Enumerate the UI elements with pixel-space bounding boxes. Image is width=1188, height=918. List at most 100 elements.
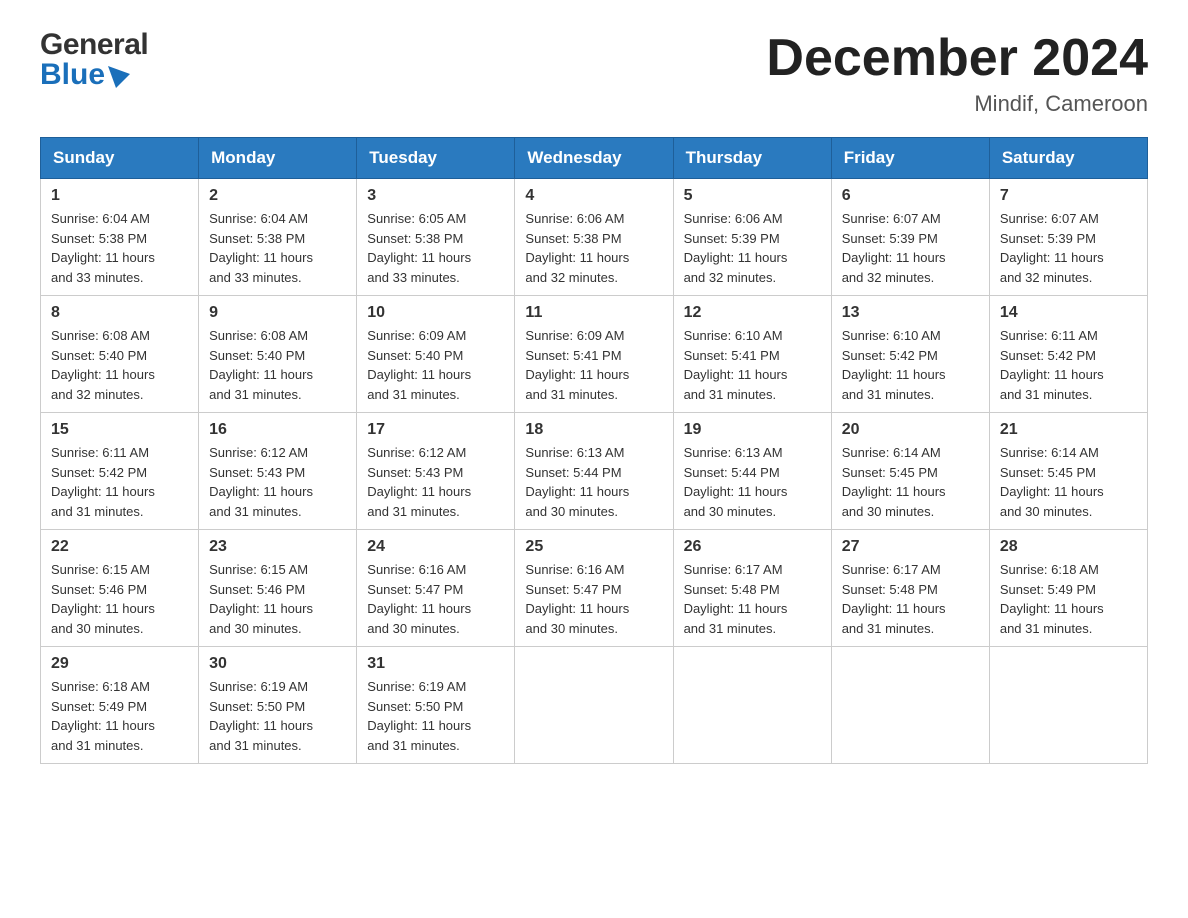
empty-cell xyxy=(673,647,831,764)
calendar-day-28: 28Sunrise: 6:18 AMSunset: 5:49 PMDayligh… xyxy=(989,530,1147,647)
calendar-day-18: 18Sunrise: 6:13 AMSunset: 5:44 PMDayligh… xyxy=(515,413,673,530)
day-info: Sunrise: 6:17 AMSunset: 5:48 PMDaylight:… xyxy=(842,560,979,638)
day-number: 10 xyxy=(367,304,504,322)
day-number: 21 xyxy=(1000,421,1137,439)
day-info: Sunrise: 6:17 AMSunset: 5:48 PMDaylight:… xyxy=(684,560,821,638)
calendar-day-16: 16 Sunrise: 6:12 AMSunset: 5:43 PMDayligh… xyxy=(199,413,357,530)
calendar-week-2: 8 Sunrise: 6:08 AMSunset: 5:40 PMDaylight… xyxy=(41,296,1148,413)
day-number: 23 xyxy=(209,538,346,556)
day-number: 26 xyxy=(684,538,821,556)
day-info: Sunrise: 6:07 AMSunset: 5:39 PMDaylight:… xyxy=(842,209,979,287)
empty-cell xyxy=(515,647,673,764)
title-section: December 2024 Mindif, Cameroon xyxy=(766,30,1148,117)
calendar-day-5: 5 Sunrise: 6:06 AMSunset: 5:39 PMDaylight… xyxy=(673,179,831,296)
day-number: 6 xyxy=(842,187,979,205)
calendar-week-1: 1 Sunrise: 6:04 AMSunset: 5:38 PMDaylight… xyxy=(41,179,1148,296)
day-number: 12 xyxy=(684,304,821,322)
day-number: 27 xyxy=(842,538,979,556)
day-info: Sunrise: 6:11 AMSunset: 5:42 PMDaylight:… xyxy=(1000,326,1137,404)
calendar-day-6: 6 Sunrise: 6:07 AMSunset: 5:39 PMDaylight… xyxy=(831,179,989,296)
day-info: Sunrise: 6:12 AMSunset: 5:43 PMDaylight:… xyxy=(209,443,346,521)
calendar-day-2: 2 Sunrise: 6:04 AMSunset: 5:38 PMDaylight… xyxy=(199,179,357,296)
header-wednesday: Wednesday xyxy=(515,138,673,179)
calendar-table: Sunday Monday Tuesday Wednesday Thursday… xyxy=(40,137,1148,764)
calendar-day-24: 24 Sunrise: 6:16 AMSunset: 5:47 PMDayligh… xyxy=(357,530,515,647)
day-number: 1 xyxy=(51,187,188,205)
day-info: Sunrise: 6:10 AMSunset: 5:41 PMDaylight:… xyxy=(684,326,821,404)
day-info: Sunrise: 6:11 AMSunset: 5:42 PMDaylight:… xyxy=(51,443,188,521)
day-number: 31 xyxy=(367,655,504,673)
day-info: Sunrise: 6:15 AMSunset: 5:46 PMDaylight:… xyxy=(51,560,188,638)
day-number: 4 xyxy=(525,187,662,205)
day-number: 3 xyxy=(367,187,504,205)
calendar-day-31: 31 Sunrise: 6:19 AMSunset: 5:50 PMDayligh… xyxy=(357,647,515,764)
day-number: 25 xyxy=(525,538,662,556)
calendar-day-26: 26 Sunrise: 6:17 AMSunset: 5:48 PMDayligh… xyxy=(673,530,831,647)
page-header: General Blue December 2024 Mindif, Camer… xyxy=(40,30,1148,117)
empty-cell xyxy=(831,647,989,764)
day-info: Sunrise: 6:04 AMSunset: 5:38 PMDaylight:… xyxy=(209,209,346,287)
day-info: Sunrise: 6:19 AMSunset: 5:50 PMDaylight:… xyxy=(367,677,504,755)
calendar-header-row: Sunday Monday Tuesday Wednesday Thursday… xyxy=(41,138,1148,179)
month-title: December 2024 xyxy=(766,30,1148,87)
calendar-day-10: 10 Sunrise: 6:09 AMSunset: 5:40 PMDayligh… xyxy=(357,296,515,413)
logo: General Blue xyxy=(40,30,148,90)
header-friday: Friday xyxy=(831,138,989,179)
day-number: 16 xyxy=(209,421,346,439)
calendar-day-19: 19Sunrise: 6:13 AMSunset: 5:44 PMDayligh… xyxy=(673,413,831,530)
calendar-day-1: 1 Sunrise: 6:04 AMSunset: 5:38 PMDaylight… xyxy=(41,179,199,296)
day-number: 14 xyxy=(1000,304,1137,322)
day-info: Sunrise: 6:04 AMSunset: 5:38 PMDaylight:… xyxy=(51,209,188,287)
header-saturday: Saturday xyxy=(989,138,1147,179)
day-info: Sunrise: 6:13 AMSunset: 5:44 PMDaylight:… xyxy=(684,443,821,521)
calendar-day-23: 23 Sunrise: 6:15 AMSunset: 5:46 PMDayligh… xyxy=(199,530,357,647)
day-info: Sunrise: 6:19 AMSunset: 5:50 PMDaylight:… xyxy=(209,677,346,755)
day-number: 17 xyxy=(367,421,504,439)
logo-general-text: General xyxy=(40,30,148,60)
day-number: 8 xyxy=(51,304,188,322)
day-number: 18 xyxy=(525,421,662,439)
day-info: Sunrise: 6:18 AMSunset: 5:49 PMDaylight:… xyxy=(1000,560,1137,638)
day-info: Sunrise: 6:07 AMSunset: 5:39 PMDaylight:… xyxy=(1000,209,1137,287)
header-sunday: Sunday xyxy=(41,138,199,179)
day-info: Sunrise: 6:16 AMSunset: 5:47 PMDaylight:… xyxy=(367,560,504,638)
calendar-day-9: 9 Sunrise: 6:08 AMSunset: 5:40 PMDaylight… xyxy=(199,296,357,413)
calendar-day-15: 15Sunrise: 6:11 AMSunset: 5:42 PMDayligh… xyxy=(41,413,199,530)
day-number: 20 xyxy=(842,421,979,439)
day-info: Sunrise: 6:14 AMSunset: 5:45 PMDaylight:… xyxy=(842,443,979,521)
day-number: 9 xyxy=(209,304,346,322)
day-info: Sunrise: 6:15 AMSunset: 5:46 PMDaylight:… xyxy=(209,560,346,638)
calendar-day-17: 17 Sunrise: 6:12 AMSunset: 5:43 PMDayligh… xyxy=(357,413,515,530)
header-thursday: Thursday xyxy=(673,138,831,179)
day-number: 30 xyxy=(209,655,346,673)
calendar-day-25: 25Sunrise: 6:16 AMSunset: 5:47 PMDayligh… xyxy=(515,530,673,647)
header-monday: Monday xyxy=(199,138,357,179)
calendar-day-13: 13Sunrise: 6:10 AMSunset: 5:42 PMDayligh… xyxy=(831,296,989,413)
empty-cell xyxy=(989,647,1147,764)
day-info: Sunrise: 6:08 AMSunset: 5:40 PMDaylight:… xyxy=(51,326,188,404)
header-tuesday: Tuesday xyxy=(357,138,515,179)
calendar-week-4: 22Sunrise: 6:15 AMSunset: 5:46 PMDayligh… xyxy=(41,530,1148,647)
day-number: 29 xyxy=(51,655,188,673)
day-info: Sunrise: 6:06 AMSunset: 5:38 PMDaylight:… xyxy=(525,209,662,287)
day-info: Sunrise: 6:08 AMSunset: 5:40 PMDaylight:… xyxy=(209,326,346,404)
calendar-day-21: 21Sunrise: 6:14 AMSunset: 5:45 PMDayligh… xyxy=(989,413,1147,530)
day-number: 2 xyxy=(209,187,346,205)
calendar-day-3: 3Sunrise: 6:05 AMSunset: 5:38 PMDaylight… xyxy=(357,179,515,296)
calendar-day-4: 4 Sunrise: 6:06 AMSunset: 5:38 PMDaylight… xyxy=(515,179,673,296)
calendar-day-27: 27 Sunrise: 6:17 AMSunset: 5:48 PMDayligh… xyxy=(831,530,989,647)
day-number: 7 xyxy=(1000,187,1137,205)
logo-blue-text: Blue xyxy=(40,60,105,90)
day-info: Sunrise: 6:06 AMSunset: 5:39 PMDaylight:… xyxy=(684,209,821,287)
calendar-day-29: 29Sunrise: 6:18 AMSunset: 5:49 PMDayligh… xyxy=(41,647,199,764)
calendar-day-22: 22Sunrise: 6:15 AMSunset: 5:46 PMDayligh… xyxy=(41,530,199,647)
day-number: 13 xyxy=(842,304,979,322)
calendar-week-3: 15Sunrise: 6:11 AMSunset: 5:42 PMDayligh… xyxy=(41,413,1148,530)
day-number: 24 xyxy=(367,538,504,556)
day-info: Sunrise: 6:09 AMSunset: 5:40 PMDaylight:… xyxy=(367,326,504,404)
logo-arrow-icon xyxy=(108,66,130,88)
day-info: Sunrise: 6:12 AMSunset: 5:43 PMDaylight:… xyxy=(367,443,504,521)
day-number: 5 xyxy=(684,187,821,205)
calendar-day-14: 14 Sunrise: 6:11 AMSunset: 5:42 PMDayligh… xyxy=(989,296,1147,413)
calendar-day-30: 30 Sunrise: 6:19 AMSunset: 5:50 PMDayligh… xyxy=(199,647,357,764)
